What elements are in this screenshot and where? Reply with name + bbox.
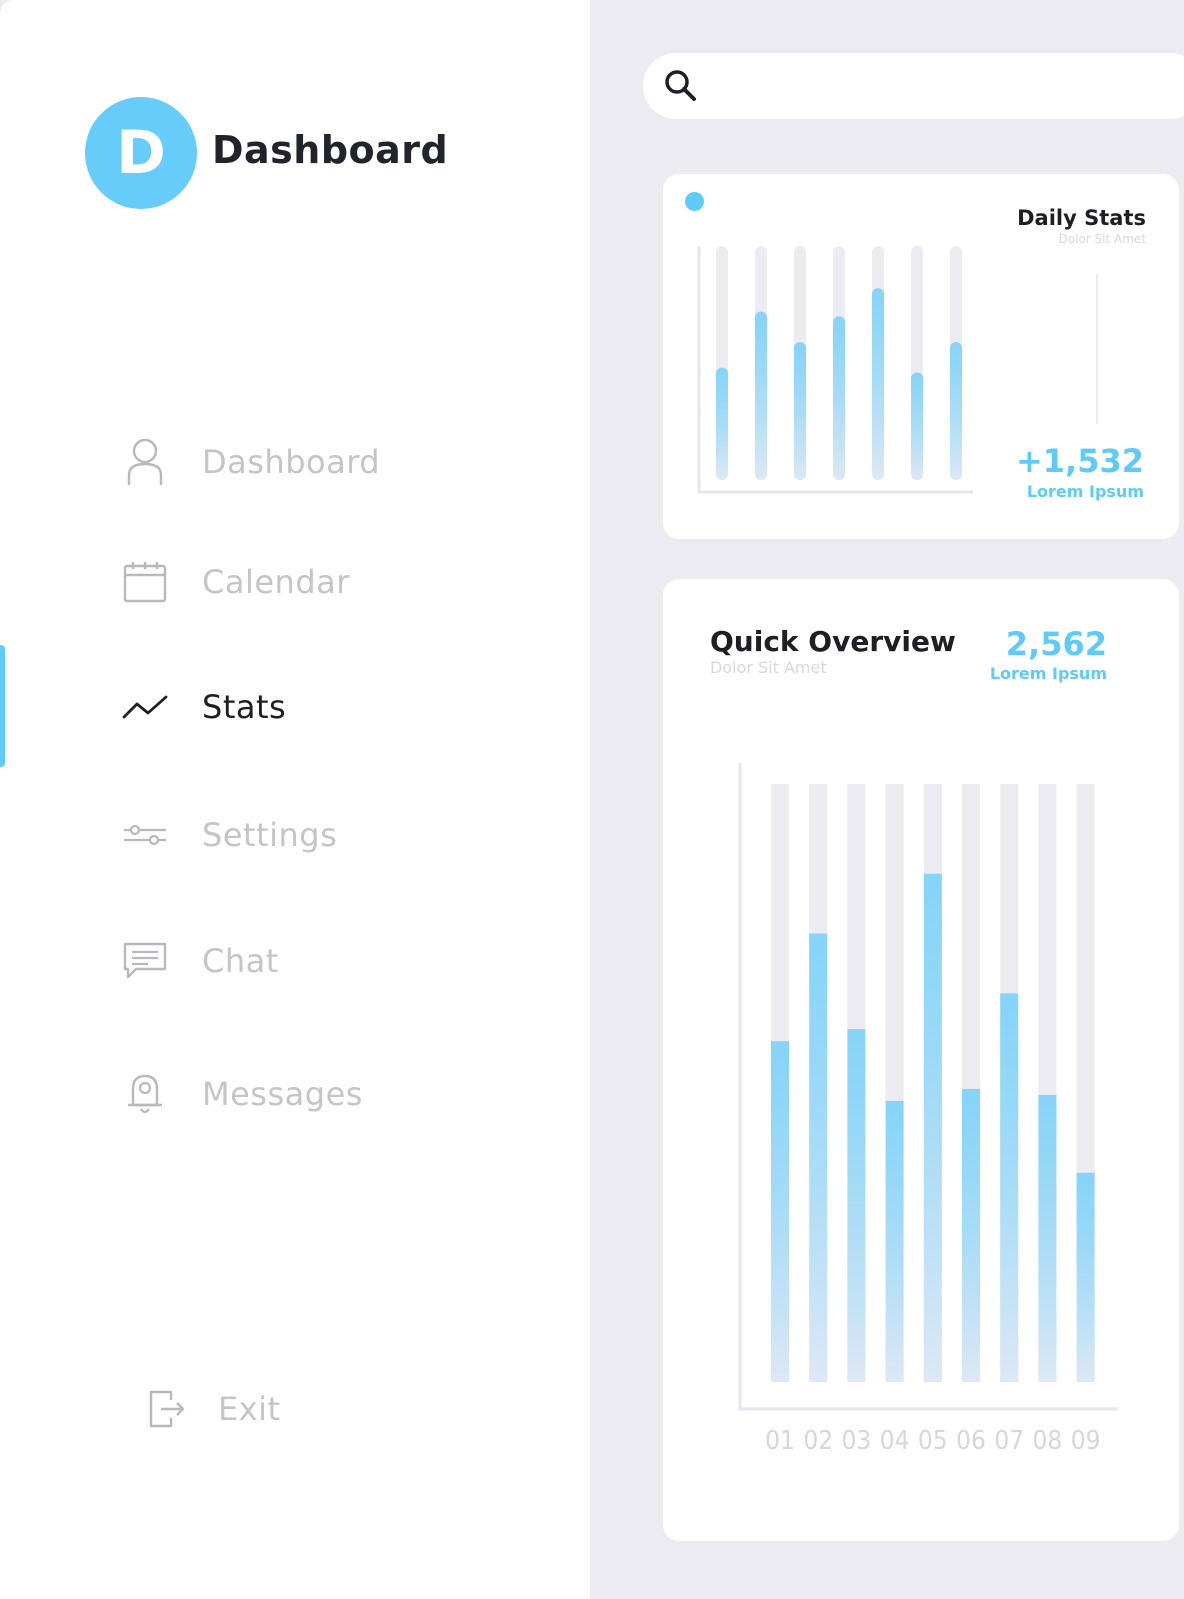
search-icon	[661, 66, 701, 106]
sliders-icon	[118, 808, 172, 862]
bar	[771, 1041, 789, 1382]
trend-line-icon	[118, 680, 172, 734]
brand-title: Dashboard	[212, 128, 449, 172]
bar	[833, 316, 845, 480]
nav-item-chat[interactable]: Chat	[118, 926, 538, 996]
bar	[794, 341, 806, 480]
quick-overview-card: Quick Overview Dolor Sit Amet 2,562 Lore…	[663, 579, 1179, 1541]
bar	[1038, 1094, 1057, 1382]
daily-stats-chart	[697, 246, 973, 494]
nav-item-dashboard[interactable]: Dashboard	[118, 427, 538, 497]
daily-stats-card: Daily Stats Dolor Sit Amet +1,532 Lorem …	[663, 174, 1179, 539]
user-icon	[118, 435, 172, 489]
x-tick-label: 04	[880, 1426, 910, 1456]
nav-item-calendar[interactable]: Calendar	[118, 547, 538, 617]
chat-icon	[118, 934, 172, 988]
nav-item-settings[interactable]: Settings	[118, 800, 538, 870]
bar	[950, 341, 962, 480]
nav-item-stats[interactable]: Stats	[118, 672, 538, 742]
x-tick-label: 01	[765, 1426, 795, 1456]
nav-label-calendar: Calendar	[202, 563, 350, 601]
bar	[809, 933, 828, 1382]
exit-label: Exit	[218, 1390, 281, 1428]
exit-icon	[140, 1382, 194, 1436]
nav-item-messages[interactable]: Messages	[118, 1059, 538, 1129]
quick-overview-subtitle: Dolor Sit Amet	[710, 658, 827, 677]
x-tick-label: 07	[994, 1426, 1024, 1456]
bar	[755, 311, 767, 480]
x-tick-label: 06	[956, 1426, 986, 1456]
nav-label-chat: Chat	[202, 942, 279, 980]
search-input[interactable]	[711, 65, 1155, 107]
quick-overview-chart: 01 02 03 04 05 06 07 08 09	[738, 763, 1118, 1456]
bar	[962, 1088, 980, 1382]
quick-overview-title: Quick Overview	[710, 625, 956, 658]
logo: D	[85, 97, 197, 209]
nav-label-dashboard: Dashboard	[202, 443, 381, 481]
bar	[1076, 1172, 1095, 1382]
quick-overview-value-label: Lorem Ipsum	[989, 664, 1107, 683]
daily-stats-subtitle: Dolor Sit Amet	[1058, 232, 1146, 246]
x-tick-label: 08	[1033, 1426, 1063, 1456]
search-bar[interactable]	[643, 53, 1184, 119]
bell-icon	[118, 1067, 172, 1121]
daily-divider	[1096, 274, 1098, 424]
x-tick-label: 05	[918, 1426, 948, 1456]
daily-stats-title: Daily Stats	[1017, 206, 1146, 230]
daily-stats-value-label: Lorem Ipsum	[1026, 482, 1144, 501]
sidebar: D Dashboard Dashboard Calendar Stats Set…	[0, 0, 590, 1599]
x-tick-label: 03	[842, 1426, 872, 1456]
bar	[1000, 993, 1019, 1382]
nav-label-settings: Settings	[202, 816, 338, 854]
active-nav-indicator	[0, 645, 5, 767]
status-dot	[685, 192, 704, 211]
bar	[911, 372, 923, 480]
bar	[847, 1029, 866, 1382]
bar	[923, 873, 942, 1382]
x-tick-label: 02	[803, 1426, 833, 1456]
calendar-icon	[118, 555, 172, 609]
bar	[885, 1100, 904, 1382]
bar	[872, 288, 884, 480]
nav-label-messages: Messages	[202, 1075, 363, 1113]
daily-stats-value: +1,532	[1015, 442, 1144, 480]
quick-overview-value: 2,562	[1005, 625, 1107, 663]
x-tick-label: 09	[1071, 1426, 1101, 1456]
nav-label-stats: Stats	[202, 688, 287, 726]
bar	[716, 367, 728, 480]
exit-button[interactable]: Exit	[140, 1374, 440, 1444]
